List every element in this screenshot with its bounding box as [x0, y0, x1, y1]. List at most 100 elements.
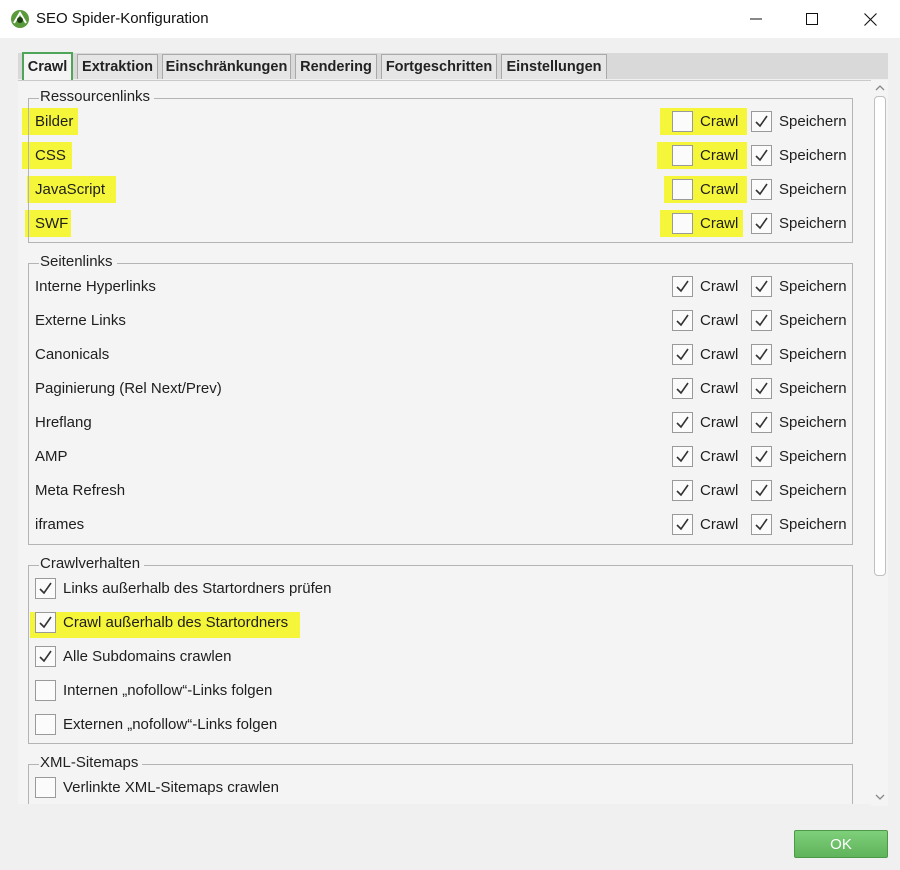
store-label: Speichern	[779, 380, 847, 397]
tab-extraktion[interactable]: Extraktion	[77, 54, 158, 79]
checkmark-icon	[676, 280, 689, 293]
crawl-behavior-title: Crawlverhalten	[39, 555, 145, 573]
spider-logo-icon	[10, 9, 30, 29]
crawl-label: Crawl	[700, 448, 739, 465]
crawl-checkbox[interactable]	[672, 111, 693, 132]
tab-crawl[interactable]: Crawl	[22, 52, 73, 80]
minimize-button[interactable]	[728, 0, 784, 38]
resource-row-label: Bilder	[35, 113, 74, 130]
ok-button[interactable]: OK	[794, 830, 888, 858]
store-checkbox[interactable]	[751, 276, 772, 297]
crawl-checkbox[interactable]	[672, 378, 693, 399]
store-label: Speichern	[779, 147, 847, 164]
minimize-icon	[750, 18, 762, 20]
store-label: Speichern	[779, 113, 847, 130]
maximize-button[interactable]	[784, 0, 840, 38]
resource-row-label: CSS	[35, 147, 66, 164]
resource-row-label: SWF	[35, 215, 69, 232]
checkmark-icon	[39, 650, 52, 663]
store-label: Speichern	[779, 278, 847, 295]
crawl-checkbox[interactable]	[672, 276, 693, 297]
crawl-checkbox[interactable]	[672, 514, 693, 535]
crawl-checkbox[interactable]	[672, 412, 693, 433]
crawl-checkbox[interactable]	[672, 446, 693, 467]
option-checkbox[interactable]	[35, 777, 56, 798]
crawl-label: Crawl	[700, 414, 739, 431]
page-link-row-label: iframes	[35, 516, 85, 533]
page-links-group	[28, 263, 853, 545]
close-button[interactable]	[842, 0, 898, 38]
store-label: Speichern	[779, 516, 847, 533]
checkmark-icon	[755, 416, 768, 429]
checkmark-icon	[755, 450, 768, 463]
crawl-label: Crawl	[700, 181, 739, 198]
scroll-up-arrow[interactable]	[874, 82, 886, 94]
store-label: Speichern	[779, 448, 847, 465]
checkmark-icon	[755, 149, 768, 162]
resource-links-title: Ressourcenlinks	[39, 88, 155, 106]
checkmark-icon	[755, 518, 768, 531]
scroll-down-arrow[interactable]	[874, 791, 886, 803]
checkmark-icon	[676, 450, 689, 463]
tab-rendering[interactable]: Rendering	[295, 54, 377, 79]
option-checkbox[interactable]	[35, 680, 56, 701]
store-checkbox[interactable]	[751, 446, 772, 467]
xml-sitemaps-title: XML-Sitemaps	[39, 754, 143, 772]
crawl-label: Crawl	[700, 380, 739, 397]
tab-fortgeschritten[interactable]: Fortgeschritten	[381, 54, 497, 79]
store-checkbox[interactable]	[751, 378, 772, 399]
crawl-label: Crawl	[700, 516, 739, 533]
option-checkbox[interactable]	[35, 612, 56, 633]
window-title: SEO Spider-Konfiguration	[36, 10, 209, 27]
tab-einschraenkungen[interactable]: Einschränkungen	[162, 54, 291, 79]
store-label: Speichern	[779, 414, 847, 431]
checkmark-icon	[755, 382, 768, 395]
checkmark-icon	[755, 217, 768, 230]
store-checkbox[interactable]	[751, 514, 772, 535]
page-link-row-label: Canonicals	[35, 346, 110, 363]
crawl-label: Crawl	[700, 482, 739, 499]
crawl-checkbox[interactable]	[672, 213, 693, 234]
option-label: Verlinkte XML-Sitemaps crawlen	[63, 779, 279, 796]
crawl-checkbox[interactable]	[672, 344, 693, 365]
crawl-checkbox[interactable]	[672, 179, 693, 200]
tab-einstellungen[interactable]: Einstellungen	[501, 54, 607, 79]
option-label: Externen „nofollow“-Links folgen	[63, 716, 278, 733]
crawl-checkbox[interactable]	[672, 480, 693, 501]
checkmark-icon	[755, 314, 768, 327]
chevron-down-icon	[875, 794, 885, 800]
store-checkbox[interactable]	[751, 179, 772, 200]
scroll-thumb[interactable]	[874, 96, 886, 576]
maximize-icon	[806, 13, 818, 25]
page-link-row-label: Interne Hyperlinks	[35, 278, 156, 295]
option-checkbox[interactable]	[35, 646, 56, 667]
option-checkbox[interactable]	[35, 714, 56, 735]
option-label: Crawl außerhalb des Startordners	[63, 614, 289, 631]
checkmark-icon	[676, 416, 689, 429]
checkmark-icon	[676, 348, 689, 361]
store-checkbox[interactable]	[751, 213, 772, 234]
store-checkbox[interactable]	[751, 344, 772, 365]
checkmark-icon	[755, 115, 768, 128]
page-link-row-label: AMP	[35, 448, 68, 465]
crawl-checkbox[interactable]	[672, 310, 693, 331]
store-checkbox[interactable]	[751, 480, 772, 501]
store-checkbox[interactable]	[751, 111, 772, 132]
page-link-row-label: Paginierung (Rel Next/Prev)	[35, 380, 222, 397]
title-bar: SEO Spider-Konfiguration	[0, 0, 900, 38]
crawl-checkbox[interactable]	[672, 145, 693, 166]
crawl-label: Crawl	[700, 147, 739, 164]
checkmark-icon	[755, 348, 768, 361]
checkmark-icon	[676, 484, 689, 497]
checkmark-icon	[755, 484, 768, 497]
footer-area	[18, 804, 888, 870]
option-checkbox[interactable]	[35, 578, 56, 599]
store-checkbox[interactable]	[751, 145, 772, 166]
store-checkbox[interactable]	[751, 412, 772, 433]
checkmark-icon	[676, 518, 689, 531]
close-icon	[863, 12, 877, 26]
page-link-row-label: Hreflang	[35, 414, 92, 431]
chevron-up-icon	[875, 85, 885, 91]
store-checkbox[interactable]	[751, 310, 772, 331]
store-label: Speichern	[779, 346, 847, 363]
